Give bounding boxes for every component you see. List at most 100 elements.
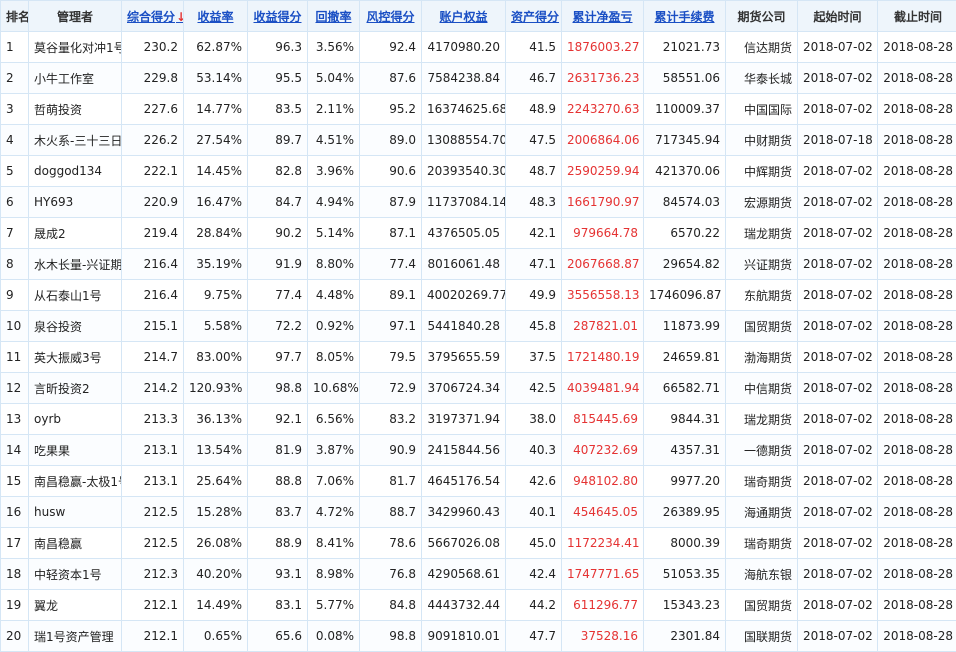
cell-end: 2018-08-28: [878, 187, 956, 218]
cell-manager[interactable]: 英大振威3号: [29, 342, 122, 373]
cell-broker: 瑞奇期货: [726, 528, 798, 559]
cell-manager[interactable]: 木火系-三十三日: [29, 125, 122, 156]
cell-end: 2018-08-28: [878, 435, 956, 466]
cell-asset-score: 38.0: [506, 404, 562, 435]
cell-manager[interactable]: 晟成2: [29, 218, 122, 249]
cell-equity: 11737084.14: [422, 187, 506, 218]
cell-broker: 瑞奇期货: [726, 466, 798, 497]
cell-manager[interactable]: 莫谷量化对冲1号: [29, 32, 122, 63]
cell-manager[interactable]: doggod134: [29, 156, 122, 187]
cell-fees: 15343.23: [644, 590, 726, 621]
sort-net-pnl-button[interactable]: 累计净盈亏: [562, 1, 644, 32]
cell-start: 2018-07-02: [798, 373, 878, 404]
cell-drawdown: 4.48%: [308, 280, 360, 311]
cell-end: 2018-08-28: [878, 156, 956, 187]
cell-return-score: 83.5: [248, 94, 308, 125]
cell-start: 2018-07-02: [798, 187, 878, 218]
cell-return-score: 72.2: [248, 311, 308, 342]
table-row: 14吃果果213.113.54%81.93.87%90.92415844.564…: [1, 435, 956, 466]
cell-risk-score: 79.5: [360, 342, 422, 373]
cell-return-rate: 40.20%: [184, 559, 248, 590]
cell-manager[interactable]: 泉谷投资: [29, 311, 122, 342]
cell-return-rate: 9.75%: [184, 280, 248, 311]
cell-return-rate: 53.14%: [184, 63, 248, 94]
cell-manager[interactable]: 言昕投资2: [29, 373, 122, 404]
sort-fees-button[interactable]: 累计手续费: [644, 1, 726, 32]
cell-fees: 4357.31: [644, 435, 726, 466]
cell-manager[interactable]: 吃果果: [29, 435, 122, 466]
cell-return-rate: 120.93%: [184, 373, 248, 404]
sort-return-rate-button[interactable]: 收益率: [184, 1, 248, 32]
cell-return-score: 77.4: [248, 280, 308, 311]
cell-start: 2018-07-02: [798, 94, 878, 125]
cell-manager[interactable]: HY693: [29, 187, 122, 218]
sort-score-button[interactable]: 综合得分↓: [122, 1, 184, 32]
cell-return-rate: 26.08%: [184, 528, 248, 559]
cell-return-score: 98.8: [248, 373, 308, 404]
cell-net-pnl: 815445.69: [562, 404, 644, 435]
cell-return-score: 88.8: [248, 466, 308, 497]
cell-return-rate: 15.28%: [184, 497, 248, 528]
cell-equity: 4290568.61: [422, 559, 506, 590]
cell-fees: 26389.95: [644, 497, 726, 528]
cell-risk-score: 78.6: [360, 528, 422, 559]
cell-return-score: 96.3: [248, 32, 308, 63]
cell-start: 2018-07-02: [798, 497, 878, 528]
cell-drawdown: 8.98%: [308, 559, 360, 590]
cell-net-pnl: 1721480.19: [562, 342, 644, 373]
cell-fees: 51053.35: [644, 559, 726, 590]
cell-manager[interactable]: 从石泰山1号: [29, 280, 122, 311]
sort-asset-score-button[interactable]: 资产得分: [506, 1, 562, 32]
table-row: 5doggod134222.114.45%82.83.96%90.6203935…: [1, 156, 956, 187]
cell-rank: 18: [1, 559, 29, 590]
cell-asset-score: 40.1: [506, 497, 562, 528]
cell-end: 2018-08-28: [878, 590, 956, 621]
sort-drawdown-button[interactable]: 回撤率: [308, 1, 360, 32]
cell-manager[interactable]: oyrb: [29, 404, 122, 435]
cell-fees: 717345.94: [644, 125, 726, 156]
header-manager: 管理者: [29, 1, 122, 32]
cell-manager[interactable]: 南昌稳赢: [29, 528, 122, 559]
cell-equity: 3429960.43: [422, 497, 506, 528]
cell-manager[interactable]: 哲萌投资: [29, 94, 122, 125]
cell-rank: 6: [1, 187, 29, 218]
cell-fees: 84574.03: [644, 187, 726, 218]
header-broker: 期货公司: [726, 1, 798, 32]
sort-equity-button[interactable]: 账户权益: [422, 1, 506, 32]
cell-risk-score: 84.8: [360, 590, 422, 621]
table-row: 12言昕投资2214.2120.93%98.810.68%72.93706724…: [1, 373, 956, 404]
table-row: 1莫谷量化对冲1号230.262.87%96.33.56%92.44170980…: [1, 32, 956, 63]
cell-manager[interactable]: 南昌稳赢-太极1号: [29, 466, 122, 497]
cell-equity: 7584238.84: [422, 63, 506, 94]
cell-end: 2018-08-28: [878, 63, 956, 94]
cell-return-score: 82.8: [248, 156, 308, 187]
cell-start: 2018-07-02: [798, 280, 878, 311]
cell-drawdown: 5.14%: [308, 218, 360, 249]
cell-manager[interactable]: 小牛工作室: [29, 63, 122, 94]
cell-score: 212.5: [122, 528, 184, 559]
table-row: 2小牛工作室229.853.14%95.55.04%87.67584238.84…: [1, 63, 956, 94]
cell-return-score: 90.2: [248, 218, 308, 249]
cell-risk-score: 89.1: [360, 280, 422, 311]
cell-net-pnl: 2631736.23: [562, 63, 644, 94]
cell-end: 2018-08-28: [878, 94, 956, 125]
table-row: 7晟成2219.428.84%90.25.14%87.14376505.0542…: [1, 218, 956, 249]
cell-manager[interactable]: 水木长量-兴证期货: [29, 249, 122, 280]
cell-end: 2018-08-28: [878, 218, 956, 249]
cell-manager[interactable]: husw: [29, 497, 122, 528]
cell-return-rate: 35.19%: [184, 249, 248, 280]
sort-return-score-button[interactable]: 收益得分: [248, 1, 308, 32]
table-row: 15南昌稳赢-太极1号213.125.64%88.87.06%81.746451…: [1, 466, 956, 497]
cell-equity: 3197371.94: [422, 404, 506, 435]
cell-score: 212.1: [122, 590, 184, 621]
cell-broker: 瑞龙期货: [726, 404, 798, 435]
cell-risk-score: 81.7: [360, 466, 422, 497]
cell-net-pnl: 1661790.97: [562, 187, 644, 218]
cell-risk-score: 87.6: [360, 63, 422, 94]
cell-start: 2018-07-02: [798, 528, 878, 559]
table-row: 10泉谷投资215.15.58%72.20.92%97.15441840.284…: [1, 311, 956, 342]
cell-manager[interactable]: 中轻资本1号: [29, 559, 122, 590]
sort-risk-score-button[interactable]: 风控得分: [360, 1, 422, 32]
cell-manager[interactable]: 翼龙: [29, 590, 122, 621]
cell-return-score: 91.9: [248, 249, 308, 280]
